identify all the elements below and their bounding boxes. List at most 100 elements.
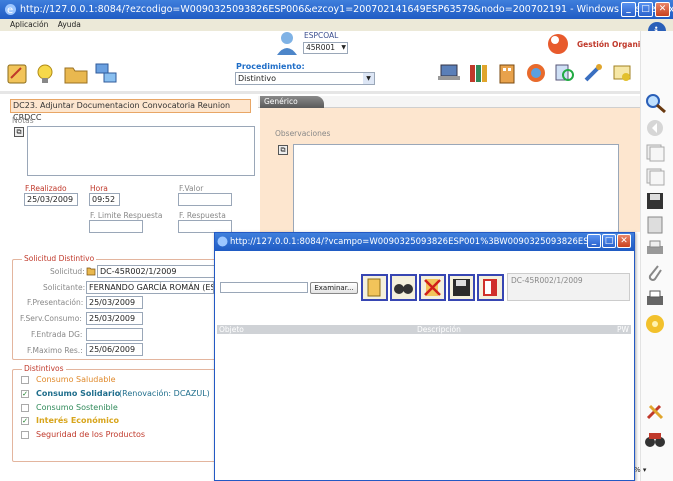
user-avatar-icon [277,32,297,55]
zoom-status[interactable]: % ▾ [634,466,646,474]
solicitante-field[interactable]: FERNANDO GARCÍA ROMÁN (ESP [86,281,214,294]
close-button[interactable]: ✕ [655,2,670,17]
distintivo-seguridad-productos: Seguridad de los Productos [36,430,146,439]
menu-ayuda[interactable]: Ayuda [58,20,81,29]
svg-text:e: e [7,5,13,16]
edit-document-icon[interactable] [6,63,28,85]
maximize-button[interactable]: □ [638,2,653,17]
globe-icon[interactable] [524,62,548,84]
exit-door-icon [483,279,497,296]
user-select-value: 45R001 [306,43,336,52]
folder-icon[interactable] [64,63,88,85]
checkbox-consumo-sostenible[interactable] [21,404,29,412]
clipboard-icon[interactable] [644,214,666,234]
col-descripcion[interactable]: Descripción [417,325,461,334]
entrada-dg-label: F.Entrada DG: [31,330,83,339]
solicitud-field[interactable]: DC-45R002/1/2009 [97,265,215,278]
settings-gear-icon[interactable] [643,312,667,336]
presentacion-field[interactable]: 25/03/2009 [86,296,143,309]
tab-generico[interactable]: Genérico [260,96,324,108]
chevron-down-icon: ▼ [341,44,346,51]
documents-icon[interactable] [644,142,666,162]
browser-title-bar: http://127.0.0.1:8084/?ezcodigo=W0090325… [0,0,673,19]
binoculars-icon [394,284,413,294]
col-objeto[interactable]: Objeto [219,325,244,334]
hora-field[interactable]: 09:52 [89,193,120,206]
popup-title: http://127.0.0.1:8084/?vcampo=W009032509… [230,237,601,247]
maximo-res-label: F.Maximo Res.: [27,346,83,355]
print-icon[interactable] [644,238,666,258]
laptop-icon[interactable] [437,62,461,84]
f-realizado-field[interactable]: 25/03/2009 [24,193,78,206]
save-button[interactable] [448,274,475,301]
popup-minimize-button[interactable]: _ [587,234,601,248]
f-realizado-label: F.Realizado [25,184,67,193]
books-icon[interactable] [467,62,491,84]
minimize-button[interactable]: _ [621,2,636,17]
col-pw[interactable]: PW [617,325,629,334]
back-arrow-icon[interactable] [645,118,665,138]
certificate-icon[interactable] [611,62,633,84]
attachment-popup-window: http://127.0.0.1:8084/?vcampo=W009032509… [214,232,635,481]
exit-button[interactable] [477,274,504,301]
popup-title-bar: http://127.0.0.1:8084/?vcampo=W009032509… [215,233,634,251]
delete-x-icon [424,279,441,296]
gestion-organismo-icon [548,34,568,54]
delete-button[interactable] [419,274,446,301]
solicitud-label: Solicitud: [50,267,85,276]
folder-small-icon[interactable] [86,266,96,276]
notas-textarea[interactable] [27,126,255,176]
remove-tool-icon[interactable] [644,400,666,422]
f-limite-field[interactable] [89,220,143,233]
checkbox-interes-economico[interactable]: ✓ [21,417,29,425]
reference-field: DC-45R002/1/2009 [507,273,630,301]
user-label: ESPCOAL [304,31,339,40]
browser-title: http://127.0.0.1:8084/?ezcodigo=W0090325… [20,4,673,15]
hora-label: Hora [90,184,108,193]
solicitante-label: Solicitante: [43,283,86,292]
observaciones-textarea[interactable] [293,144,619,234]
attach-document-button[interactable] [361,274,388,301]
printer-text-icon[interactable] [644,288,666,310]
save-disk-icon[interactable] [644,190,666,210]
user-select[interactable]: 45R001 ▼ [303,42,348,54]
popup-close-button[interactable]: ✕ [617,234,631,248]
document-pencil-icon [367,278,381,297]
examinar-button[interactable]: Examinar... [310,282,358,294]
expand-observaciones-icon[interactable]: ⧉ [278,145,288,155]
distintivo-consumo-solidario: Consumo Solidario [36,389,121,398]
f-valor-field[interactable] [178,193,232,206]
serv-consumo-label: F.Serv.Consumo: [20,314,82,323]
documents-stack-icon[interactable] [644,166,666,186]
checkbox-consumo-saludable[interactable] [21,376,29,384]
distintivo-consumo-sostenible: Consumo Sostenible [36,403,118,412]
building-icon[interactable] [496,62,518,84]
header-separator [0,91,640,94]
maximo-res-field[interactable]: 25/06/2009 [86,343,143,356]
f-respuesta-label: F. Respuesta [179,211,226,220]
menu-aplicacion[interactable]: Aplicación [10,20,48,29]
procedimiento-select[interactable]: Distintivo ▼ [235,72,375,85]
distintivo-interes-economico: Interés Económico [36,416,120,425]
view-button[interactable] [390,274,417,301]
observaciones-label: Observaciones [275,129,331,138]
tools-icon[interactable] [582,62,604,84]
ie-logo-icon: e [5,4,16,16]
checkbox-seguridad-productos[interactable] [21,431,29,439]
search-documents-icon[interactable] [553,62,577,84]
checkbox-consumo-solidario[interactable]: ✓ [21,390,29,398]
f-valor-label: F.Valor [179,184,204,193]
magnifier-icon[interactable] [644,92,668,114]
lightbulb-icon[interactable] [34,63,56,85]
popup-maximize-button[interactable]: □ [602,234,616,248]
network-computer-icon[interactable] [94,61,118,85]
renovacion-note: (Renovación: DCAZUL) [119,389,210,398]
notas-label: Notas [12,116,34,125]
expand-notas-icon[interactable]: ⧉ [14,127,24,137]
entrada-dg-field[interactable] [86,328,143,341]
file-path-input[interactable] [220,282,308,293]
binoculars-icon[interactable] [643,430,667,450]
serv-consumo-field[interactable]: 25/03/2009 [86,312,143,325]
paperclip-icon[interactable] [644,262,666,284]
distintivos-legend: Distintivos [22,364,66,373]
